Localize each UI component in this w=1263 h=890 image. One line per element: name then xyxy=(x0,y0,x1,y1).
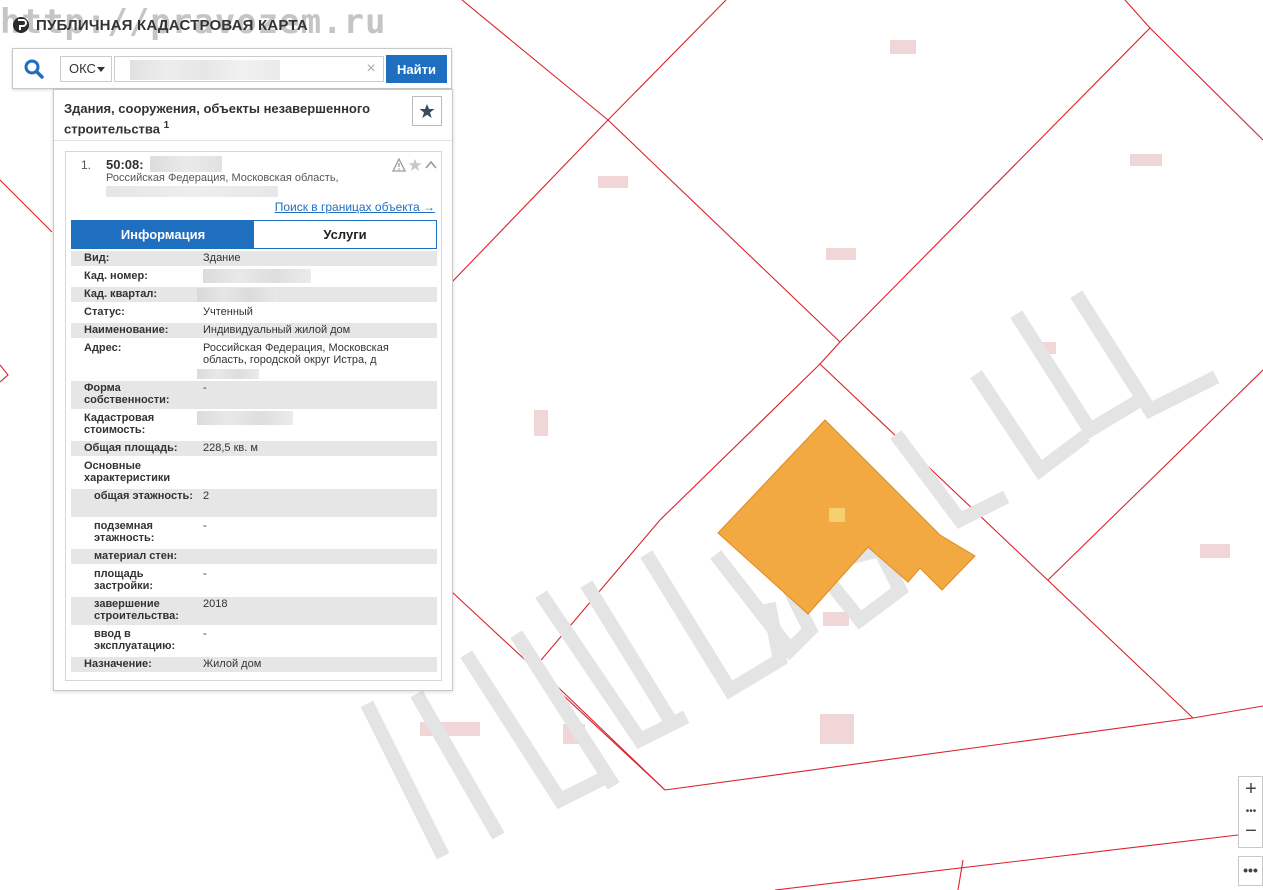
info-label: общая этажность: xyxy=(94,490,193,502)
result-address: Российская Федерация, Московская область… xyxy=(106,172,339,184)
zoom-control: + ••• − xyxy=(1238,776,1263,848)
info-label: Кад. квартал: xyxy=(84,288,158,300)
info-label: подземная этажность: xyxy=(94,520,155,544)
zoom-in-button[interactable]: + xyxy=(1239,777,1263,801)
zoom-dots: ••• xyxy=(1245,806,1257,817)
zoom-out-button[interactable]: − xyxy=(1239,819,1263,843)
more-options-button[interactable]: ••• xyxy=(1238,856,1263,886)
info-label: Адрес: xyxy=(84,342,122,354)
result-item: 1. 50:08: Российская Федерация, Московск… xyxy=(65,151,442,681)
info-row: Вид: Здание xyxy=(71,251,437,266)
tab-services[interactable]: Услуги xyxy=(254,221,436,248)
info-label: Общая площадь: xyxy=(84,442,178,454)
app-brand: ПУБЛИЧНАЯ КАДАСТРОВАЯ КАРТА xyxy=(12,12,308,38)
info-value: - xyxy=(203,520,207,532)
info-value: - xyxy=(203,568,207,580)
info-row: Кадастровая стоимость: xyxy=(71,411,437,439)
info-label: Кадастровая стоимость: xyxy=(84,412,155,436)
clear-icon[interactable]: × xyxy=(361,58,381,80)
info-row: завершение строительства: 2018 xyxy=(71,597,437,625)
info-label: площадь застройки: xyxy=(94,568,154,592)
info-row: Назначение: Жилой дом xyxy=(71,657,437,672)
info-row: Кад. номер: xyxy=(71,269,437,284)
object-type-value: ОКС xyxy=(69,61,96,76)
search-icon[interactable] xyxy=(23,58,45,80)
info-value: Здание xyxy=(203,252,241,264)
info-row: Адрес: Российская Федерация, Московская … xyxy=(71,341,437,379)
info-row: Кад. квартал: xyxy=(71,287,437,302)
info-label: Наименование: xyxy=(84,324,169,336)
info-label: Форма собственности: xyxy=(84,382,170,406)
info-value: Жилой дом xyxy=(203,658,262,670)
info-label: ввод в эксплуатацию: xyxy=(94,628,176,652)
object-type-select[interactable]: ОКС xyxy=(60,56,112,82)
address-value-blur xyxy=(197,369,259,379)
cad-quarter-value-blur xyxy=(197,288,277,302)
result-index: 1. xyxy=(81,158,92,172)
search-bar: ОКС × Найти xyxy=(12,48,452,89)
info-row: площадь застройки: - xyxy=(71,567,437,595)
star-icon xyxy=(419,104,435,118)
info-row: ввод в эксплуатацию: - xyxy=(71,627,437,655)
info-label: Назначение: xyxy=(84,658,152,670)
divider xyxy=(54,140,452,141)
favorite-button[interactable] xyxy=(412,96,442,126)
detail-tabs: Информация Услуги xyxy=(71,220,437,249)
rosreestr-logo-icon xyxy=(13,17,29,33)
building-label-blur xyxy=(829,508,845,522)
info-row: Общая площадь: 228,5 кв. м xyxy=(71,441,437,456)
cost-value-blur xyxy=(197,411,293,425)
info-row: общая этажность: 2 xyxy=(71,489,437,517)
results-header: Здания, сооружения, объекты незавершенно… xyxy=(64,100,394,137)
info-row: Форма собственности: - xyxy=(71,381,437,409)
info-value: Индивидуальный жилой дом xyxy=(203,324,351,336)
app-title: ПУБЛИЧНАЯ КАДАСТРОВАЯ КАРТА xyxy=(36,16,308,34)
info-row: Основные характеристики xyxy=(71,459,437,487)
find-button[interactable]: Найти xyxy=(386,55,447,83)
info-label: Кад. номер: xyxy=(84,270,148,282)
info-label: завершение строительства: xyxy=(94,598,179,622)
info-value: Российская Федерация, Московская область… xyxy=(203,342,389,366)
info-label: Вид: xyxy=(84,252,110,264)
info-row: Статус: Учтенный xyxy=(71,305,437,320)
cad-number-blur xyxy=(150,156,222,172)
info-value: 228,5 кв. м xyxy=(203,442,258,454)
address-blur xyxy=(106,186,278,197)
result-cad-number[interactable]: 50:08: xyxy=(106,157,144,172)
info-row: материал стен: xyxy=(71,549,437,564)
warning-icon[interactable] xyxy=(392,158,406,172)
results-count: 1 xyxy=(163,120,170,131)
tab-information[interactable]: Информация xyxy=(72,221,254,248)
info-row: подземная этажность: - xyxy=(71,519,437,547)
results-category-title: Здания, сооружения, объекты незавершенно… xyxy=(64,101,371,137)
info-label: Статус: xyxy=(84,306,125,318)
search-query-blur xyxy=(130,60,280,80)
building-footprint[interactable] xyxy=(717,419,976,615)
chevron-down-icon xyxy=(97,67,105,72)
info-label: материал стен: xyxy=(94,550,178,562)
chevron-up-icon[interactable] xyxy=(424,158,438,172)
info-value: Учтенный xyxy=(203,306,253,318)
search-in-boundaries-link[interactable]: Поиск в границах объекта → xyxy=(275,200,435,214)
info-value: - xyxy=(203,382,207,394)
info-label: Основные характеристики xyxy=(84,460,171,484)
info-value: 2 xyxy=(203,490,210,502)
info-value: - xyxy=(203,628,207,640)
info-value: 2018 xyxy=(203,598,228,610)
results-panel: Здания, сооружения, объекты незавершенно… xyxy=(53,89,453,691)
star-outline-icon[interactable] xyxy=(408,158,422,172)
info-row: Наименование: Индивидуальный жилой дом xyxy=(71,323,437,338)
cad-number-value-blur xyxy=(203,269,311,283)
